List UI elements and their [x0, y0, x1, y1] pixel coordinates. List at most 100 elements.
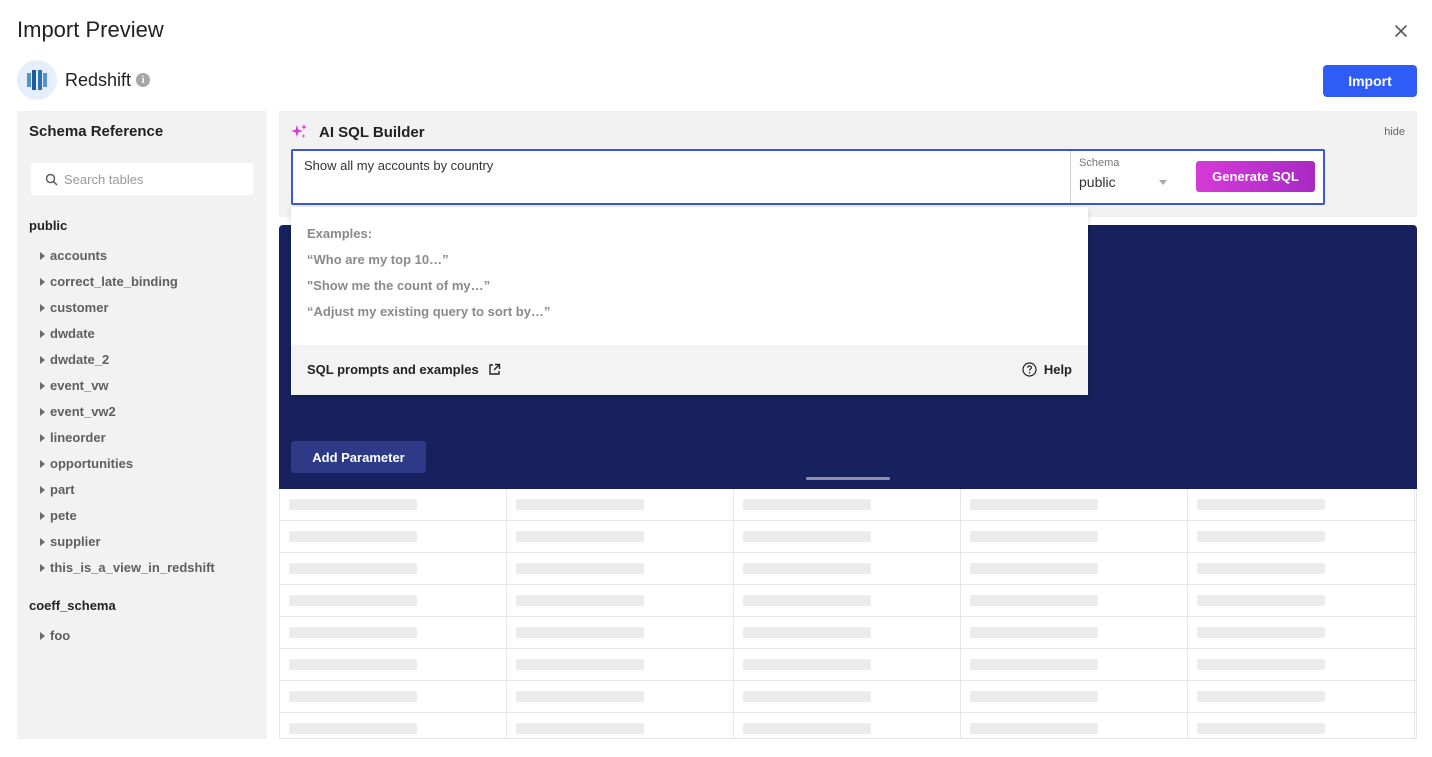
loading-skeleton — [289, 595, 417, 606]
table-name: dwdate — [50, 326, 95, 341]
loading-skeleton — [516, 531, 644, 542]
loading-skeleton — [289, 723, 417, 734]
search-tables-input[interactable]: Search tables — [31, 163, 253, 195]
table-item[interactable]: accounts — [40, 248, 107, 263]
loading-skeleton — [516, 499, 644, 510]
generate-sql-button[interactable]: Generate SQL — [1196, 161, 1315, 192]
loading-skeleton — [970, 499, 1098, 510]
grid-row — [280, 585, 1416, 617]
grid-cell — [734, 617, 961, 649]
expand-caret-icon — [40, 459, 45, 468]
results-grid-placeholder — [279, 489, 1417, 739]
ai-prompt-box[interactable]: Show all my accounts by country Schema p… — [291, 149, 1325, 205]
table-item[interactable]: event_vw2 — [40, 404, 116, 419]
table-item[interactable]: part — [40, 482, 75, 497]
example-prompt[interactable]: "Show me the count of my…” — [307, 278, 490, 293]
table-item[interactable]: lineorder — [40, 430, 106, 445]
sparkle-icon — [290, 123, 308, 146]
example-prompt[interactable]: “Adjust my existing query to sort by…” — [307, 304, 550, 319]
table-item[interactable]: this_is_a_view_in_redshift — [40, 560, 215, 575]
search-icon — [45, 173, 58, 185]
table-name: dwdate_2 — [50, 352, 110, 367]
grid-cell — [280, 681, 507, 713]
expand-caret-icon — [40, 537, 45, 546]
table-name: opportunities — [50, 456, 134, 471]
table-item[interactable]: event_vw — [40, 378, 109, 393]
grid-cell — [1188, 521, 1415, 553]
grid-cell — [280, 553, 507, 585]
chevron-down-icon[interactable] — [1159, 180, 1167, 185]
grid-cell — [280, 713, 507, 738]
table-name: lineorder — [50, 430, 106, 445]
loading-skeleton — [1197, 499, 1325, 510]
loading-skeleton — [1197, 691, 1325, 702]
grid-cell — [507, 617, 734, 649]
grid-cell — [734, 649, 961, 681]
resize-handle[interactable] — [806, 477, 890, 480]
loading-skeleton — [743, 659, 871, 670]
table-item[interactable]: opportunities — [40, 456, 133, 471]
loading-skeleton — [743, 627, 871, 638]
close-icon[interactable] — [1390, 20, 1412, 42]
table-item[interactable]: correct_late_binding — [40, 274, 178, 289]
sql-prompts-link[interactable]: SQL prompts and examples — [307, 362, 501, 377]
help-link[interactable]: Help — [1022, 362, 1072, 377]
grid-cell — [734, 489, 961, 521]
redshift-logo-icon — [17, 60, 57, 100]
loading-skeleton — [289, 691, 417, 702]
expand-caret-icon — [40, 251, 45, 260]
schema-reference-title: Schema Reference — [29, 123, 164, 140]
loading-skeleton — [970, 627, 1098, 638]
grid-cell — [734, 681, 961, 713]
example-prompt[interactable]: “Who are my top 10…” — [307, 252, 449, 267]
table-item[interactable]: dwdate — [40, 326, 95, 341]
schema-reference-panel: Schema Reference Search tables public ac… — [17, 111, 267, 739]
loading-skeleton — [289, 499, 417, 510]
ai-prompt-input[interactable]: Show all my accounts by country — [304, 158, 493, 173]
loading-skeleton — [1197, 723, 1325, 734]
grid-row — [280, 649, 1416, 681]
expand-caret-icon — [40, 303, 45, 312]
expand-caret-icon — [40, 407, 45, 416]
loading-skeleton — [743, 499, 871, 510]
grid-row — [280, 681, 1416, 713]
table-item[interactable]: customer — [40, 300, 109, 315]
schema-public[interactable]: public — [29, 218, 67, 233]
grid-cell — [1188, 553, 1415, 585]
grid-cell — [961, 489, 1188, 521]
schema-select[interactable]: public — [1079, 174, 1116, 190]
expand-caret-icon — [40, 355, 45, 364]
suggestions-dropdown: Examples: “Who are my top 10…” "Show me … — [291, 207, 1088, 395]
prompt-divider — [1070, 151, 1071, 203]
ai-sql-builder-title: AI SQL Builder — [319, 124, 425, 141]
grid-cell — [734, 713, 961, 738]
schema-coeff[interactable]: coeff_schema — [29, 598, 116, 613]
table-item[interactable]: pete — [40, 508, 77, 523]
grid-cell — [734, 553, 961, 585]
loading-skeleton — [516, 691, 644, 702]
grid-cell — [734, 585, 961, 617]
grid-cell — [280, 617, 507, 649]
loading-skeleton — [743, 531, 871, 542]
loading-skeleton — [516, 595, 644, 606]
loading-skeleton — [743, 595, 871, 606]
grid-row — [280, 521, 1416, 553]
add-parameter-button[interactable]: Add Parameter — [291, 441, 426, 473]
grid-cell — [1188, 489, 1415, 521]
table-item[interactable]: foo — [40, 628, 70, 643]
import-button[interactable]: Import — [1323, 65, 1417, 97]
help-icon — [1022, 362, 1037, 377]
grid-cell — [734, 521, 961, 553]
loading-skeleton — [516, 659, 644, 670]
info-icon[interactable]: i — [136, 73, 151, 87]
grid-cell — [1188, 713, 1415, 738]
table-item[interactable]: supplier — [40, 534, 101, 549]
grid-cell — [961, 521, 1188, 553]
hide-link[interactable]: hide — [1384, 126, 1405, 138]
help-label: Help — [1043, 362, 1072, 377]
expand-caret-icon — [40, 631, 45, 640]
table-item[interactable]: dwdate_2 — [40, 352, 109, 367]
loading-skeleton — [1197, 627, 1325, 638]
table-name: correct_late_binding — [50, 274, 178, 289]
grid-cell — [507, 553, 734, 585]
